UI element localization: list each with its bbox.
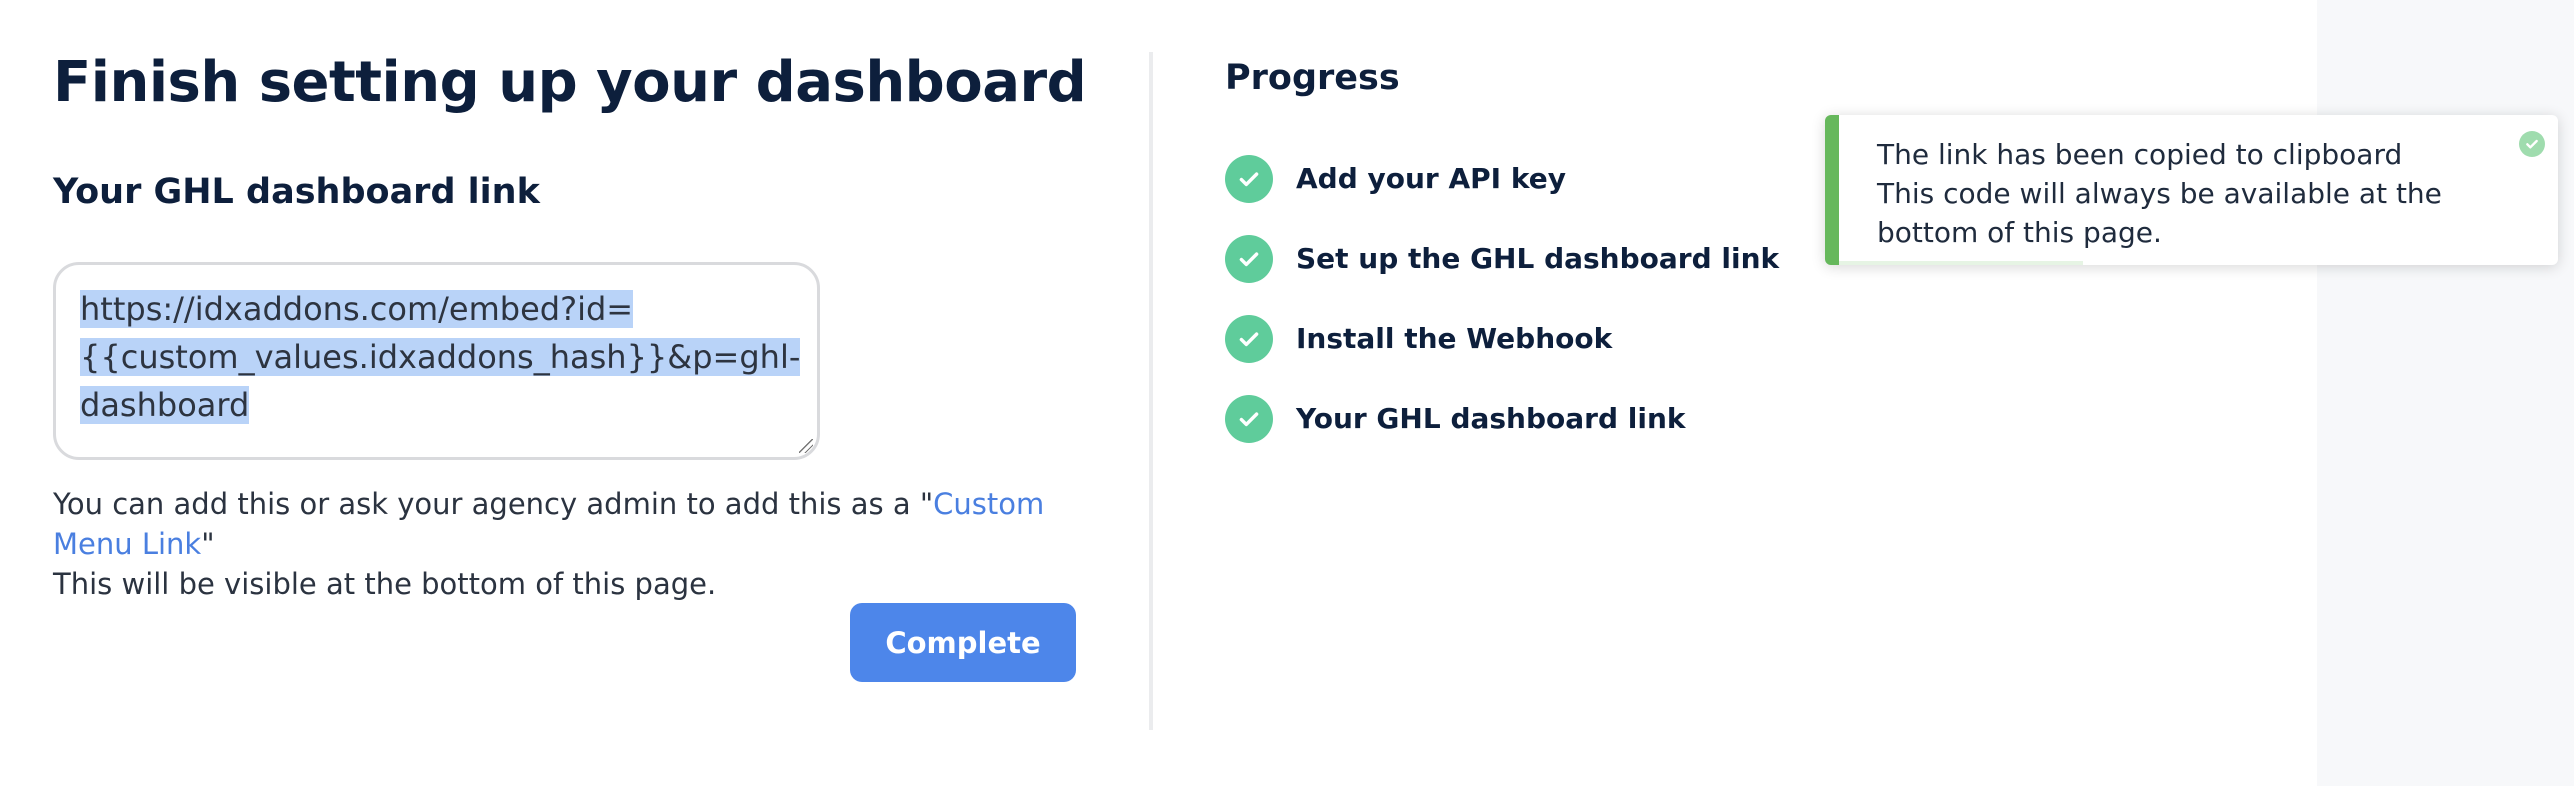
progress-item-dashboard-link-setup: Set up the GHL dashboard link <box>1225 235 1779 315</box>
progress-title: Progress <box>1225 58 1400 98</box>
progress-item-dashboard-link: Your GHL dashboard link <box>1225 395 1779 475</box>
help-text-intro: You can add this or ask your agency admi… <box>53 487 934 521</box>
check-circle-icon <box>1225 235 1273 283</box>
dashboard-link-heading: Your GHL dashboard link <box>53 172 540 212</box>
progress-item-label: Add your API key <box>1296 162 1566 195</box>
help-text-visibility-note: This will be visible at the bottom of th… <box>53 567 717 601</box>
toast-check-icon <box>2519 131 2545 157</box>
page-title: Finish setting up your dashboard <box>53 50 1087 115</box>
dashboard-link-text[interactable]: https://idxaddons.com/embed?id={{custom_… <box>80 285 801 429</box>
progress-item-label: Set up the GHL dashboard link <box>1296 242 1780 275</box>
progress-item-webhook: Install the Webhook <box>1225 315 1779 395</box>
progress-item-label: Install the Webhook <box>1296 322 1613 355</box>
copied-toast-notification[interactable]: The link has been copied to clipboard Th… <box>1825 115 2558 265</box>
toast-progress-bar <box>1839 261 2084 265</box>
dashboard-link-value: https://idxaddons.com/embed?id={{custom_… <box>80 290 801 424</box>
progress-list: Add your API key Set up the GHL dashboar… <box>1225 155 1779 475</box>
progress-item-api-key: Add your API key <box>1225 155 1779 235</box>
check-circle-icon <box>1225 395 1273 443</box>
toast-message-line1: The link has been copied to clipboard <box>1877 138 2403 171</box>
help-text: You can add this or ask your agency admi… <box>53 484 1083 604</box>
textarea-resize-handle[interactable] <box>799 439 813 453</box>
toast-message: The link has been copied to clipboard Th… <box>1877 135 2468 252</box>
dashboard-link-textarea[interactable]: https://idxaddons.com/embed?id={{custom_… <box>53 262 820 460</box>
column-divider <box>1149 52 1153 730</box>
check-circle-icon <box>1225 315 1273 363</box>
help-text-closing-quote: " <box>201 527 215 561</box>
toast-message-line2: This code will always be available at th… <box>1877 177 2442 249</box>
check-circle-icon <box>1225 155 1273 203</box>
progress-item-label: Your GHL dashboard link <box>1296 402 1686 435</box>
complete-button[interactable]: Complete <box>850 603 1076 682</box>
